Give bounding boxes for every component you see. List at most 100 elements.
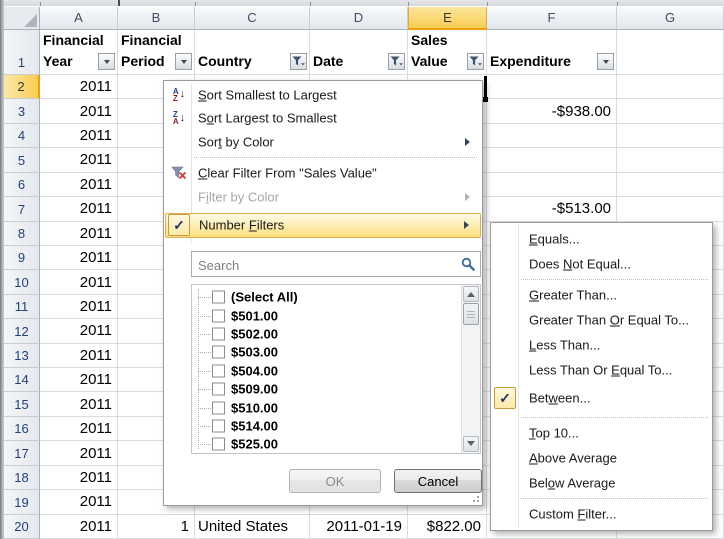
- row-header-2[interactable]: 2: [4, 75, 40, 99]
- select-all-corner[interactable]: [4, 6, 40, 30]
- filter-dropdown-button-A[interactable]: [98, 53, 115, 70]
- header-cell-F[interactable]: Expenditure: [487, 30, 617, 75]
- scrollbar-thumb[interactable]: [463, 303, 479, 325]
- value-checkbox[interactable]: [212, 383, 225, 396]
- cell-A17[interactable]: 2011: [40, 441, 118, 465]
- header-cell-E[interactable]: SalesValue: [408, 30, 487, 75]
- value-checkbox[interactable]: [212, 327, 225, 340]
- value-row--514-00[interactable]: $514.00: [192, 417, 462, 435]
- value-checkbox[interactable]: [212, 419, 225, 432]
- cell-A11[interactable]: 2011: [40, 295, 118, 319]
- column-header-C[interactable]: C: [195, 6, 310, 30]
- cell-C20[interactable]: United States: [195, 515, 310, 539]
- cell-A12[interactable]: 2011: [40, 319, 118, 343]
- row-header-8[interactable]: 8: [4, 222, 40, 246]
- row-header-17[interactable]: 17: [4, 441, 40, 465]
- row-header-9[interactable]: 9: [4, 246, 40, 270]
- cell-A5[interactable]: 2011: [40, 148, 118, 172]
- cell-F7[interactable]: -$513.00: [487, 197, 617, 221]
- value-row--501-00[interactable]: $501.00: [192, 306, 462, 324]
- value-row--503-00[interactable]: $503.00: [192, 343, 462, 361]
- row-header-5[interactable]: 5: [4, 148, 40, 172]
- header-cell-A[interactable]: FinancialYear: [40, 30, 118, 75]
- resize-grip[interactable]: [469, 492, 479, 502]
- menu-item-sort-smallest-to-largest[interactable]: AZ↓Sort Smallest to Largest: [165, 83, 481, 107]
- value-checkbox[interactable]: [212, 309, 225, 322]
- cell-E20[interactable]: $822.00: [408, 515, 487, 539]
- cell-A15[interactable]: 2011: [40, 392, 118, 416]
- value-checkbox[interactable]: [212, 346, 225, 359]
- cancel-button[interactable]: Cancel: [394, 469, 482, 493]
- filter-applied-button-C[interactable]: [290, 53, 307, 70]
- row-header-11[interactable]: 11: [4, 295, 40, 319]
- row-header-1[interactable]: 1: [4, 30, 40, 75]
- scroll-up-button[interactable]: [463, 286, 479, 302]
- submenu-item-does-not-equal[interactable]: Does Not Equal...: [492, 251, 711, 276]
- cell-A16[interactable]: 2011: [40, 417, 118, 441]
- filter-dropdown-button-F[interactable]: [597, 53, 614, 70]
- search-input[interactable]: [196, 254, 450, 276]
- value-row--525-00[interactable]: $525.00: [192, 435, 462, 453]
- cell-A13[interactable]: 2011: [40, 344, 118, 368]
- menu-item-sort-largest-to-smallest[interactable]: ZA↓Sort Largest to Smallest: [165, 107, 481, 131]
- cell-F3[interactable]: -$938.00: [487, 99, 617, 123]
- column-header-A[interactable]: A: [40, 6, 118, 30]
- cell-G5[interactable]: [617, 148, 724, 172]
- submenu-item-top-10[interactable]: Top 10...: [492, 420, 711, 445]
- column-header-F[interactable]: F: [487, 6, 617, 30]
- submenu-item-below-average[interactable]: Below Average: [492, 470, 711, 495]
- cell-A9[interactable]: 2011: [40, 246, 118, 270]
- submenu-item-less-than-or-equal-to[interactable]: Less Than Or Equal To...: [492, 357, 711, 382]
- list-scrollbar[interactable]: [461, 285, 480, 453]
- cell-A6[interactable]: 2011: [40, 173, 118, 197]
- cell-F6[interactable]: [487, 173, 617, 197]
- cell-A7[interactable]: 2011: [40, 197, 118, 221]
- value-checkbox[interactable]: [212, 291, 225, 304]
- filter-applied-button-E[interactable]: [467, 53, 484, 70]
- column-header-G[interactable]: G: [617, 6, 724, 30]
- value-row--510-00[interactable]: $510.00: [192, 398, 462, 416]
- header-cell-B[interactable]: FinancialPeriod: [118, 30, 195, 75]
- cell-A3[interactable]: 2011: [40, 99, 118, 123]
- filter-applied-button-D[interactable]: [388, 53, 405, 70]
- row-header-16[interactable]: 16: [4, 417, 40, 441]
- column-header-D[interactable]: D: [310, 6, 408, 30]
- header-cell-D[interactable]: Date: [310, 30, 408, 75]
- row-header-7[interactable]: 7: [4, 197, 40, 221]
- cell-A14[interactable]: 2011: [40, 368, 118, 392]
- value-row--select-all-[interactable]: (Select All): [192, 288, 462, 306]
- cell-G7[interactable]: [617, 197, 724, 221]
- value-row--502-00[interactable]: $502.00: [192, 325, 462, 343]
- submenu-item-greater-than[interactable]: Greater Than...: [492, 282, 711, 307]
- cell-F2[interactable]: [487, 75, 617, 99]
- cell-F4[interactable]: [487, 124, 617, 148]
- column-header-E[interactable]: E: [408, 6, 487, 30]
- cell-A19[interactable]: 2011: [40, 490, 118, 514]
- cell-F5[interactable]: [487, 148, 617, 172]
- menu-item-number-filters[interactable]: ✓Number Filters: [165, 213, 481, 239]
- cell-A18[interactable]: 2011: [40, 466, 118, 490]
- row-header-14[interactable]: 14: [4, 368, 40, 392]
- menu-item-sort-by-color[interactable]: Sort by Color: [165, 130, 481, 154]
- cell-D20[interactable]: 2011-01-19: [310, 515, 408, 539]
- value-checkbox[interactable]: [212, 401, 225, 414]
- row-header-4[interactable]: 4: [4, 124, 40, 148]
- scroll-down-button[interactable]: [463, 436, 479, 452]
- row-header-3[interactable]: 3: [4, 99, 40, 123]
- fill-handle[interactable]: [483, 97, 488, 102]
- cell-G3[interactable]: [617, 99, 724, 123]
- value-row--509-00[interactable]: $509.00: [192, 380, 462, 398]
- submenu-item-greater-than-or-equal-to[interactable]: Greater Than Or Equal To...: [492, 307, 711, 332]
- submenu-item-between[interactable]: ✓Between...: [492, 382, 711, 414]
- value-checkbox[interactable]: [212, 438, 225, 451]
- row-header-12[interactable]: 12: [4, 319, 40, 343]
- header-cell-G[interactable]: [617, 30, 724, 75]
- row-header-20[interactable]: 20: [4, 515, 40, 539]
- value-checkbox[interactable]: [212, 364, 225, 377]
- row-header-6[interactable]: 6: [4, 173, 40, 197]
- row-header-10[interactable]: 10: [4, 270, 40, 294]
- cell-A2[interactable]: 2011: [40, 75, 118, 99]
- cell-G4[interactable]: [617, 124, 724, 148]
- filter-dropdown-button-B[interactable]: [175, 53, 192, 70]
- cell-A8[interactable]: 2011: [40, 222, 118, 246]
